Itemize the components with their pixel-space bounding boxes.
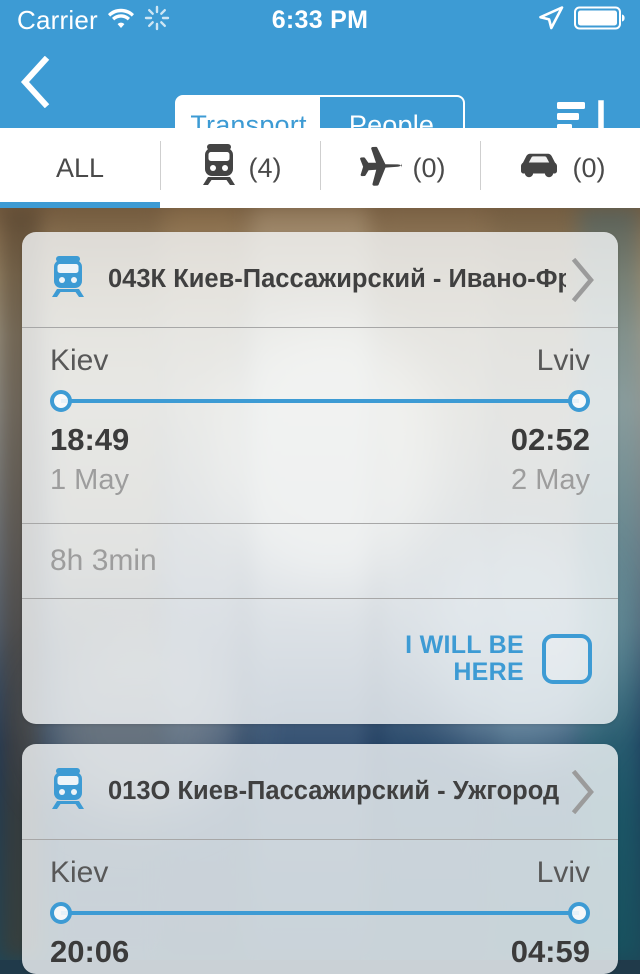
trip-card-header[interactable]: 013О Киев-Пассажирский - Ужгород xyxy=(22,744,618,840)
status-bar: Carrier 6:33 PM xyxy=(0,0,640,40)
route-progress-line xyxy=(50,902,590,924)
route-destination-dot xyxy=(568,390,590,412)
departure-date: 1 May xyxy=(50,464,129,496)
transport-filter-tabs[interactable]: ALL (4) (0) (0) xyxy=(0,128,640,208)
chevron-left-icon xyxy=(19,55,53,113)
tab-plane[interactable]: (0) xyxy=(320,128,480,208)
i-will-be-here-checkbox[interactable] xyxy=(542,634,592,684)
chevron-right-icon[interactable] xyxy=(566,769,600,814)
route-cities: Kiev Lviv xyxy=(50,344,590,378)
status-bar-right xyxy=(538,5,640,36)
navigation-bar: Transport People xyxy=(0,40,640,155)
destination-city: Lviv xyxy=(536,344,590,377)
car-icon xyxy=(515,149,563,188)
tab-active-indicator xyxy=(0,202,160,208)
route-cities: Kiev Lviv xyxy=(50,856,590,890)
chevron-right-icon[interactable] xyxy=(566,257,600,302)
trip-title: 013О Киев-Пассажирский - Ужгород xyxy=(108,777,560,805)
trip-card[interactable]: 013О Киев-Пассажирский - Ужгород Kiev Lv… xyxy=(22,744,618,974)
train-icon xyxy=(48,254,88,305)
origin-city: Kiev xyxy=(50,856,109,889)
route-times: 20:06 04:59 xyxy=(50,934,590,970)
trip-title: 043К Киев-Пассажирский - Ивано-Франко... xyxy=(108,265,566,293)
battery-full-icon xyxy=(574,6,626,35)
destination-city: Lviv xyxy=(536,856,590,889)
train-icon xyxy=(199,142,239,195)
tab-car-count: (0) xyxy=(572,152,606,183)
tab-car[interactable]: (0) xyxy=(480,128,640,208)
trip-duration-row: 8h 3min xyxy=(22,523,618,599)
departure-time: 20:06 xyxy=(50,934,130,969)
back-button[interactable] xyxy=(0,40,72,128)
route-destination-dot xyxy=(568,902,590,924)
route-progress-line xyxy=(50,390,590,412)
tab-train-count: (4) xyxy=(248,152,282,183)
route-line xyxy=(61,911,579,915)
trip-action-row[interactable]: I WILL BE HERE xyxy=(22,599,618,719)
route-times: 18:49 02:52 xyxy=(50,422,590,458)
route-line xyxy=(61,399,579,403)
tab-train[interactable]: (4) xyxy=(160,128,320,208)
arrival-date: 2 May xyxy=(511,464,590,496)
route-origin-dot xyxy=(50,390,72,412)
arrival-time: 02:52 xyxy=(510,422,590,457)
trip-card-header[interactable]: 043К Киев-Пассажирский - Ивано-Франко... xyxy=(22,232,618,328)
departure-time: 18:49 xyxy=(50,422,130,457)
i-will-be-here-label: I WILL BE HERE xyxy=(405,631,524,686)
location-arrow-icon xyxy=(538,5,564,36)
tab-plane-count: (0) xyxy=(412,152,446,183)
origin-city: Kiev xyxy=(50,344,109,377)
tab-all-label: ALL xyxy=(55,152,105,183)
trip-duration: 8h 3min xyxy=(50,544,157,577)
arrival-time: 04:59 xyxy=(510,934,590,969)
tab-all[interactable]: ALL xyxy=(0,128,160,208)
train-icon xyxy=(48,766,88,817)
trip-card[interactable]: 043К Киев-Пассажирский - Ивано-Франко...… xyxy=(22,232,618,724)
trip-route: Kiev Lviv 20:06 04:59 xyxy=(22,840,618,970)
route-origin-dot xyxy=(50,902,72,924)
airplane-icon xyxy=(355,144,403,193)
route-dates: 1 May 2 May xyxy=(50,464,590,497)
trip-route: Kiev Lviv 18:49 02:52 1 May 2 May xyxy=(22,328,618,497)
